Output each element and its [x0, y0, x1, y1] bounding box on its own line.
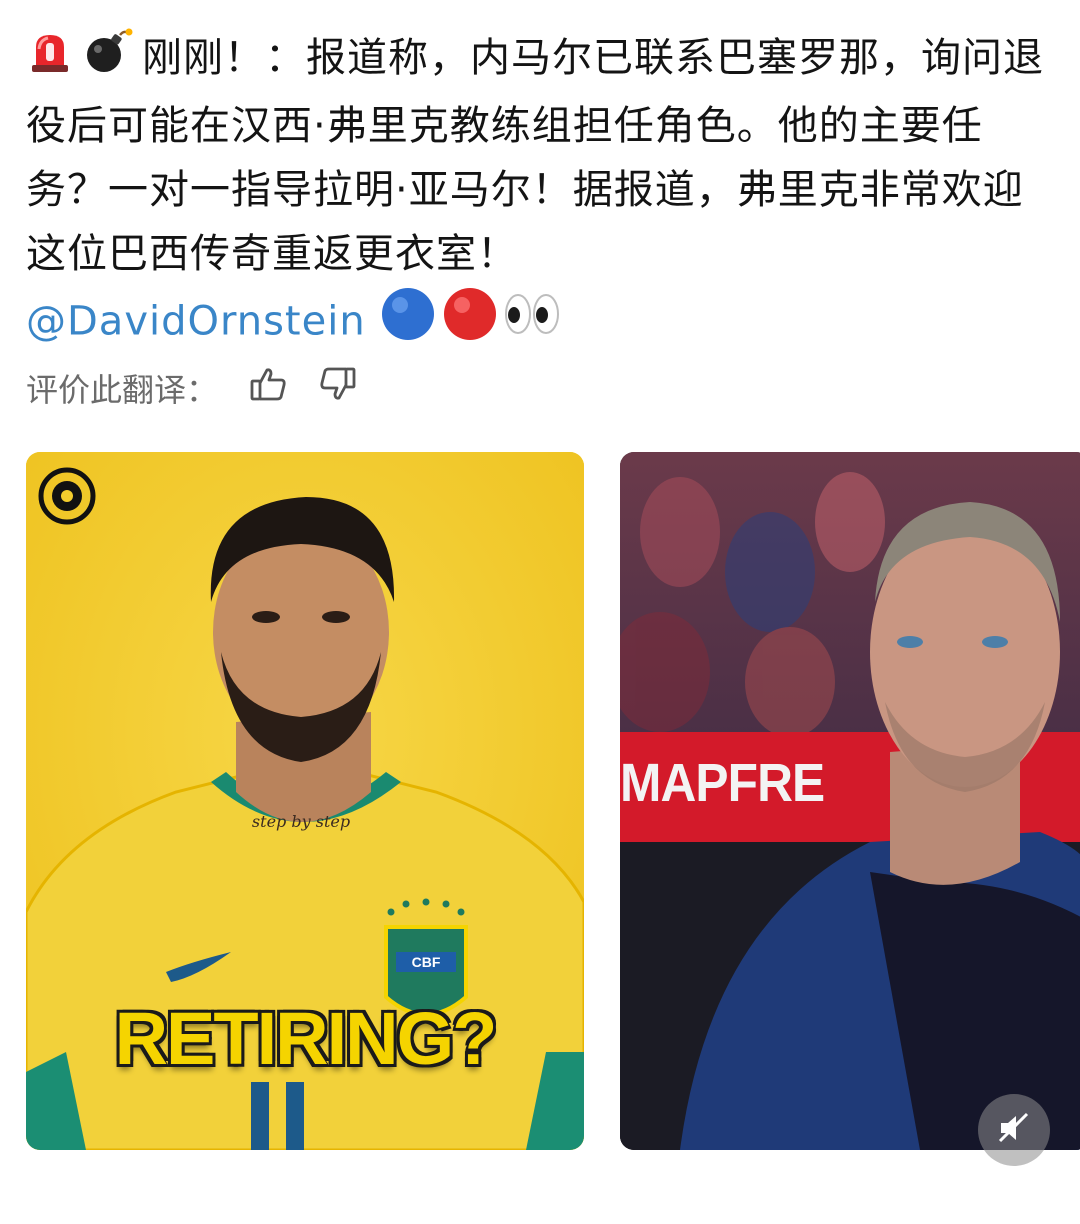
eyes-icon	[504, 293, 559, 334]
mapfre-banner-text: MAPFRE	[620, 753, 825, 813]
speaker-muted-icon	[997, 1111, 1031, 1149]
blue-circle-icon	[381, 287, 434, 340]
post-text-block: 刚刚！：报道称，内马尔已联系巴塞罗那，询问退役后可能在汉西·弗里克教练组担任角色…	[26, 26, 1056, 361]
badge-text: CBF	[412, 954, 441, 970]
red-circle-icon	[443, 287, 496, 340]
post-body-text: 刚刚！：报道称，内马尔已联系巴塞罗那，询问退役后可能在汉西·弗里克教练组担任角色…	[26, 35, 1044, 277]
retiring-caption: RETIRING?	[114, 997, 498, 1080]
rotating-light-icon	[26, 27, 74, 94]
neck-tattoo-text: step by step	[252, 812, 350, 831]
trailing-emojis	[380, 286, 566, 361]
thumbs-up-icon[interactable]	[248, 364, 288, 412]
rate-translation-row: 评价此翻译：	[26, 360, 358, 416]
rate-translation-label: 评价此翻译：	[26, 371, 219, 409]
mention-link[interactable]: @DavidOrnstein	[26, 298, 366, 344]
thumbs-down-icon[interactable]	[318, 364, 358, 412]
mute-button[interactable]	[978, 1094, 1050, 1166]
bomb-icon	[82, 27, 134, 94]
